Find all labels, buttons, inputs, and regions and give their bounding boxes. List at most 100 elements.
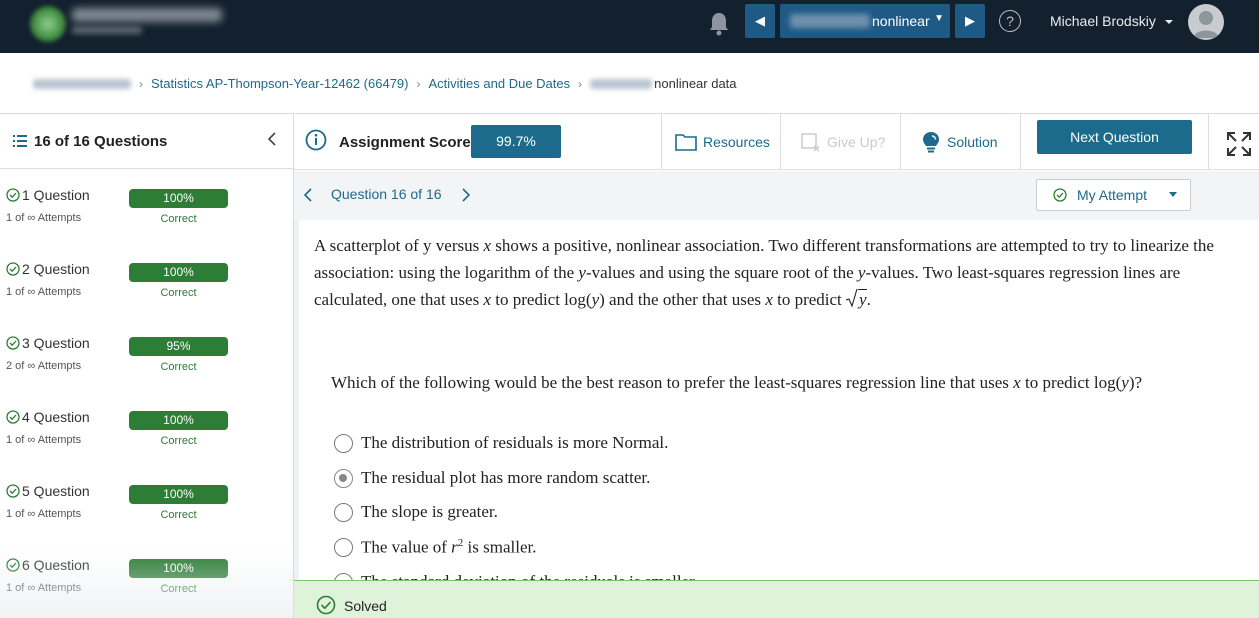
solution-button[interactable]: Solution — [921, 114, 998, 170]
check-circle-icon — [6, 188, 20, 202]
question-attempts: 2 of ∞ Attempts — [6, 360, 82, 372]
solved-status-bar: Solved — [294, 580, 1259, 618]
question-status: Correct — [160, 287, 197, 299]
check-circle-icon — [6, 262, 20, 276]
question-prompt: Which of the following would be the best… — [331, 373, 1143, 392]
divider — [1020, 114, 1021, 170]
breadcrumb-current-prefix — [590, 78, 653, 89]
question-title: 4 Question — [22, 409, 90, 425]
my-attempt-label: My Attempt — [1077, 187, 1148, 203]
next-question-button[interactable]: Next Question — [1037, 120, 1192, 154]
assignment-select-label: nonlinear — [872, 13, 930, 29]
assignment-score-label: Assignment Score: — [339, 134, 476, 151]
resources-button[interactable]: Resources — [675, 114, 770, 170]
sidebar-question-item[interactable]: 4 Question 1 of ∞ Attempts 100% Correct — [0, 391, 293, 465]
square-root-y: y — [846, 286, 867, 313]
check-circle-icon — [6, 410, 20, 424]
sidebar-question-item[interactable]: 1 Question 1 of ∞ Attempts 100% Correct — [0, 169, 293, 243]
chevron-right-icon: › — [578, 76, 583, 91]
divider — [780, 114, 781, 170]
answer-option-label: The distribution of residuals is more No… — [361, 433, 669, 452]
question-score-bar: 100% — [129, 189, 228, 208]
assignment-score-value: 99.7% — [471, 125, 561, 158]
answer-option-label: The slope is greater. — [361, 502, 498, 521]
avatar[interactable] — [1188, 4, 1224, 40]
sidebar-title: 16 of 16 Questions — [34, 132, 168, 150]
sidebar-question-item[interactable]: 5 Question 1 of ∞ Attempts 100% Correct — [0, 465, 293, 539]
resources-label: Resources — [703, 134, 770, 150]
check-circle-icon — [316, 595, 336, 615]
question-attempts: 1 of ∞ Attempts — [6, 434, 82, 446]
breadcrumb: › Statistics AP-Thompson-Year-12462 (664… — [33, 76, 737, 91]
question-score-bar: 100% — [129, 411, 228, 430]
question-score-bar: 100% — [129, 263, 228, 282]
check-circle-icon — [6, 336, 20, 350]
answer-option-1[interactable]: The distribution of residuals is more No… — [334, 432, 668, 454]
give-up-icon — [801, 133, 820, 152]
question-status: Correct — [160, 361, 197, 373]
breadcrumb-home-link[interactable] — [33, 78, 131, 89]
next-assignment-button[interactable]: ▶ — [955, 4, 985, 38]
content-left-strip — [294, 220, 299, 618]
question-title: 1 Question — [22, 187, 90, 203]
user-name: Michael Brodskiy — [1050, 13, 1156, 29]
breadcrumb-current: nonlinear data — [654, 76, 737, 91]
divider — [661, 114, 662, 170]
solution-label: Solution — [947, 134, 998, 150]
chevron-right-icon: › — [139, 76, 143, 91]
info-icon[interactable] — [305, 129, 327, 151]
breadcrumb-course-link[interactable]: Statistics AP-Thompson-Year-12462 (66479… — [151, 76, 409, 91]
radio-button[interactable] — [334, 537, 353, 557]
question-score-bar: 100% — [129, 485, 228, 504]
my-attempt-dropdown[interactable]: My Attempt — [1036, 179, 1191, 211]
question-sidebar: 16 of 16 Questions 1 Question 1 of ∞ Atte… — [0, 114, 294, 618]
answer-option-2[interactable]: The residual plot has more random scatte… — [334, 467, 650, 489]
radio-button[interactable] — [334, 433, 353, 453]
question-navigation: Question 16 of 16 My Attempt — [294, 171, 1259, 220]
check-circle-icon — [6, 484, 20, 498]
list-icon — [13, 135, 27, 147]
next-question-icon[interactable] — [462, 188, 470, 202]
user-menu[interactable]: Michael Brodskiy — [1050, 13, 1174, 29]
question-status: Correct — [160, 435, 197, 447]
question-counter: Question 16 of 16 — [331, 186, 442, 202]
answer-option-label: The value of r2 is smaller. — [361, 536, 537, 557]
radical-sign — [846, 288, 858, 308]
breadcrumb-activities-link[interactable]: Activities and Due Dates — [429, 76, 571, 91]
question-stem: A scatterplot of y versus x shows a posi… — [314, 232, 1249, 313]
user-silhouette-icon — [1193, 11, 1219, 38]
question-status: Correct — [160, 509, 197, 521]
sidebar-question-item[interactable]: 3 Question 2 of ∞ Attempts 95% Correct — [0, 317, 293, 391]
divider — [900, 114, 901, 170]
question-attempts: 1 of ∞ Attempts — [6, 286, 82, 298]
solved-label: Solved — [344, 598, 387, 614]
question-title: 3 Question — [22, 335, 90, 351]
help-icon[interactable]: ? — [999, 10, 1021, 32]
answer-option-label: The residual plot has more random scatte… — [361, 468, 651, 487]
answer-option-4[interactable]: The value of r2 is smaller. — [334, 536, 536, 558]
caret-down-icon — [1169, 192, 1177, 197]
question-attempts: 1 of ∞ Attempts — [6, 212, 82, 224]
give-up-button[interactable]: Give Up? — [801, 114, 885, 170]
previous-assignment-button[interactable]: ◀ — [745, 4, 775, 38]
previous-question-icon[interactable] — [304, 188, 312, 202]
fullscreen-icon[interactable] — [1227, 132, 1251, 156]
question-title: 5 Question — [22, 483, 90, 499]
brand-logo[interactable] — [30, 6, 230, 42]
notifications-bell-icon[interactable] — [708, 10, 730, 36]
radio-button-selected[interactable] — [334, 468, 353, 488]
lightbulb-icon — [923, 132, 939, 153]
collapse-sidebar-icon[interactable] — [267, 131, 277, 147]
assignment-select[interactable]: nonlinear ▼ — [780, 4, 950, 38]
answer-option-3[interactable]: The slope is greater. — [334, 501, 498, 523]
sidebar-question-item[interactable]: 2 Question 1 of ∞ Attempts 100% Correct — [0, 243, 293, 317]
top-bar: ◀ nonlinear ▼ ▶ ? Michael Brodskiy — [0, 0, 1259, 53]
question-status: Correct — [160, 213, 197, 225]
question-attempts: 1 of ∞ Attempts — [6, 508, 82, 520]
assignment-toolbar: Assignment Score: 99.7% Resources Give U… — [294, 114, 1259, 170]
question-score-bar: 95% — [129, 337, 228, 356]
radio-button[interactable] — [334, 502, 353, 522]
folder-icon — [675, 134, 697, 151]
check-circle-icon — [1053, 188, 1067, 202]
caret-down-icon — [1164, 20, 1173, 24]
